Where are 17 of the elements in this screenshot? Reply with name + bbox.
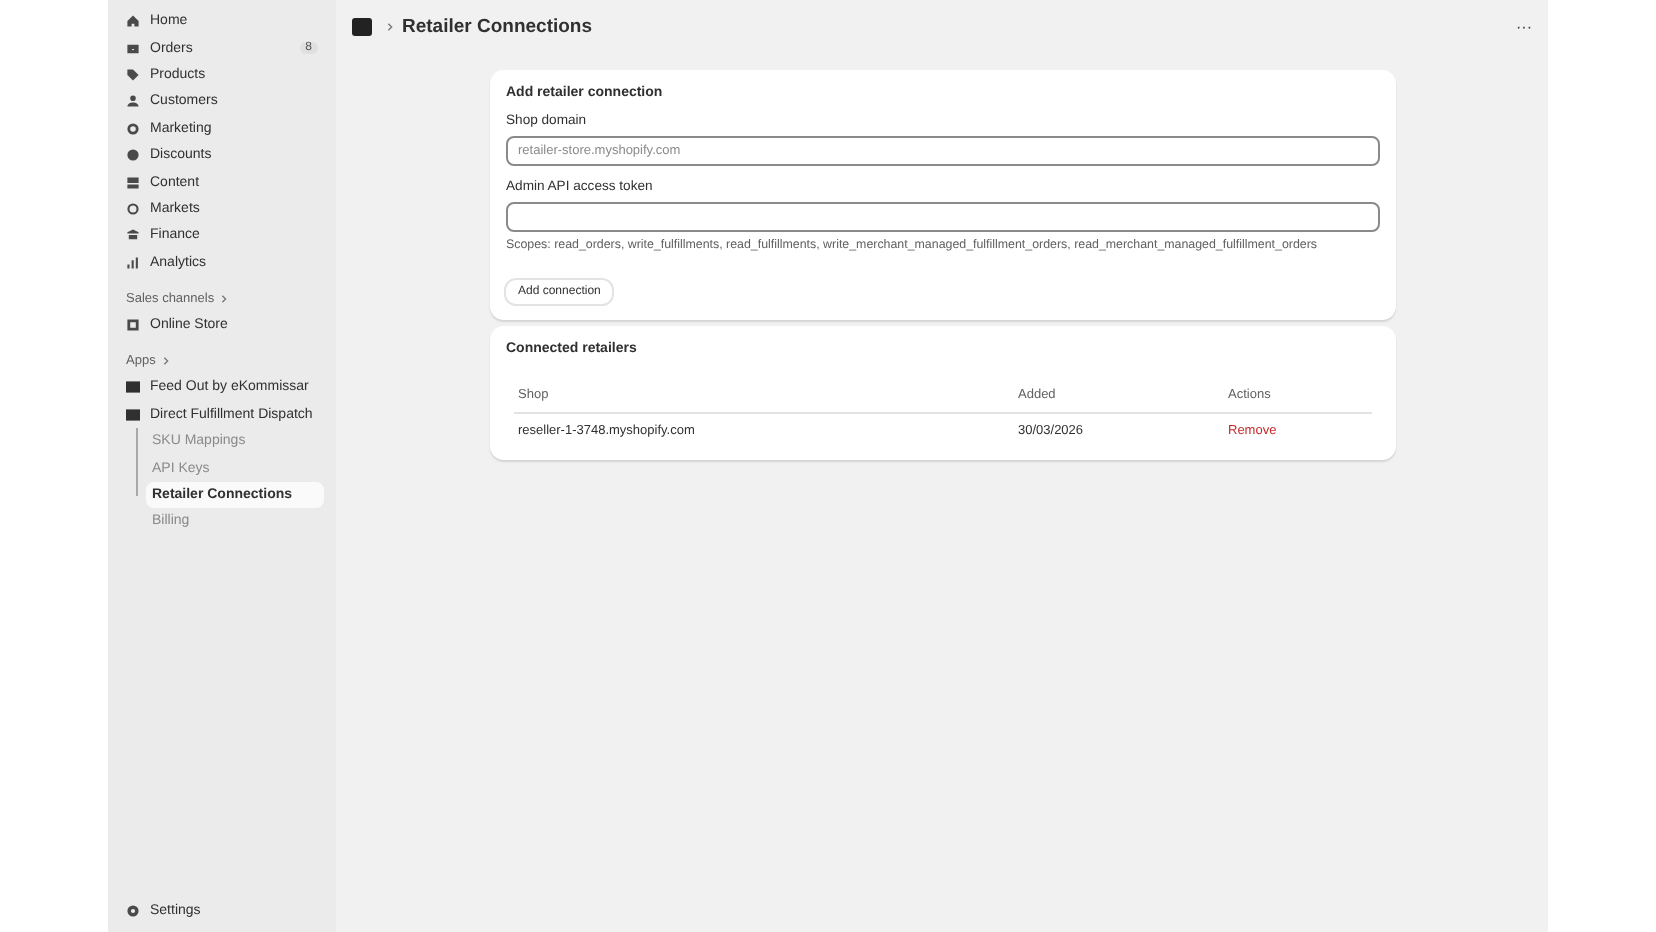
target-icon (126, 121, 140, 136)
text-field[interactable] (506, 202, 1380, 232)
tag-icon (126, 67, 140, 82)
settings-icon (126, 903, 140, 918)
bank-icon (126, 228, 140, 243)
chevron-icon (161, 356, 170, 367)
bar-chart-icon (126, 255, 140, 270)
more-actions-button[interactable]: ··· (1516, 17, 1532, 35)
chevron-icon (386, 21, 394, 31)
person-icon (126, 94, 140, 109)
inbox-icon (126, 41, 140, 56)
home-icon (126, 14, 140, 29)
app-icon (352, 17, 372, 35)
page-title: Retailer Connections (402, 15, 593, 37)
content-icon (126, 175, 140, 190)
store-icon (126, 318, 140, 333)
chevron-icon (220, 293, 229, 304)
